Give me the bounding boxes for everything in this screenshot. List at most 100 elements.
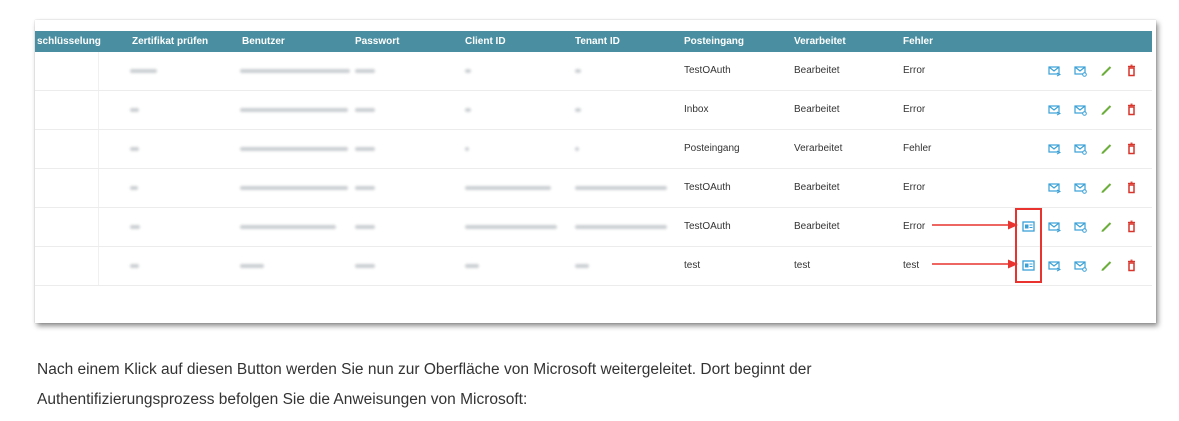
redacted-value (465, 186, 551, 190)
mail-settings-button[interactable] (1074, 181, 1087, 195)
redacted-value (575, 186, 667, 190)
edit-pencil-button[interactable] (1100, 181, 1113, 195)
mail-send-icon (1048, 66, 1061, 77)
edit-pencil-icon (1101, 261, 1112, 271)
mail-settings-icon (1074, 105, 1087, 116)
table-row: TestOAuth Bearbeitet Error (35, 52, 1152, 91)
cell-verarbeitet: Verarbeitet (794, 143, 843, 154)
redacted-value (130, 264, 139, 268)
cell-fehler: Fehler (903, 143, 932, 154)
mail-send-icon (1048, 261, 1061, 272)
mail-settings-button[interactable] (1074, 64, 1087, 78)
mail-settings-button[interactable] (1074, 103, 1087, 117)
mail-settings-button[interactable] (1074, 220, 1087, 234)
mail-settings-icon (1074, 144, 1087, 155)
redacted-value (355, 69, 375, 73)
cell-fehler: Error (903, 221, 926, 232)
cell-verarbeitet: Bearbeitet (794, 182, 840, 193)
redacted-value (355, 264, 375, 268)
delete-trash-icon (1128, 64, 1135, 77)
delete-trash-button[interactable] (1125, 259, 1138, 273)
delete-trash-icon (1128, 103, 1135, 116)
col-header-verarbeitet[interactable]: Verarbeitet (794, 31, 846, 52)
col-header-posteingang[interactable]: Posteingang (684, 31, 744, 52)
highlight-box (1015, 208, 1042, 283)
redacted-value (355, 225, 375, 229)
redacted-value (465, 147, 469, 151)
mail-send-icon (1048, 183, 1061, 194)
mail-send-button[interactable] (1048, 64, 1061, 78)
delete-trash-icon (1128, 181, 1135, 194)
cell-posteingang: Inbox (684, 104, 709, 115)
mail-settings-button[interactable] (1074, 142, 1087, 156)
cell-divider (98, 208, 99, 246)
table-row: Posteingang Verarbeitet Fehler (35, 130, 1152, 169)
redacted-value (240, 225, 336, 229)
edit-pencil-button[interactable] (1100, 64, 1113, 78)
edit-pencil-icon (1101, 222, 1112, 232)
mail-send-button[interactable] (1048, 181, 1061, 195)
col-header-fehler[interactable]: Fehler (903, 31, 933, 52)
cell-fehler: test (903, 260, 920, 271)
cell-posteingang: TestOAuth (684, 182, 731, 193)
redacted-value (465, 108, 471, 112)
edit-pencil-icon (1101, 66, 1112, 76)
redacted-value (575, 69, 581, 73)
instruction-line-1: Nach einem Klick auf diesen Button werde… (37, 361, 812, 378)
col-header-client-id[interactable]: Client ID (465, 31, 506, 52)
cell-divider (98, 130, 99, 168)
mail-send-button[interactable] (1048, 220, 1061, 234)
mail-settings-icon (1074, 66, 1087, 77)
table-row: Inbox Bearbeitet Error (35, 91, 1152, 130)
edit-pencil-icon (1101, 183, 1112, 193)
delete-trash-button[interactable] (1125, 64, 1138, 78)
redacted-value (465, 225, 557, 229)
edit-pencil-button[interactable] (1100, 142, 1113, 156)
cell-fehler: Error (903, 104, 926, 115)
redacted-value (465, 69, 471, 73)
edit-pencil-button[interactable] (1100, 259, 1113, 273)
mail-send-button[interactable] (1048, 103, 1061, 117)
col-header-zertifikat[interactable]: Zertifikat prüfen (132, 31, 208, 52)
cell-posteingang: TestOAuth (684, 65, 731, 76)
delete-trash-button[interactable] (1125, 220, 1138, 234)
edit-pencil-button[interactable] (1100, 220, 1113, 234)
cell-divider (98, 52, 99, 90)
delete-trash-button[interactable] (1125, 142, 1138, 156)
col-header-tenant-id[interactable]: Tenant ID (575, 31, 620, 52)
cell-divider (98, 247, 99, 285)
cell-divider (98, 91, 99, 129)
annotation-arrow-2 (932, 259, 1018, 269)
delete-trash-icon (1128, 220, 1135, 233)
table-header: schlüsselung Zertifikat prüfen Benutzer … (35, 31, 1152, 52)
mail-send-button[interactable] (1048, 259, 1061, 273)
col-header-verschluesselung[interactable]: schlüsselung (37, 31, 101, 52)
delete-trash-icon (1128, 259, 1135, 272)
delete-trash-button[interactable] (1125, 181, 1138, 195)
annotation-arrow-1 (932, 220, 1018, 230)
mail-send-button[interactable] (1048, 142, 1061, 156)
redacted-value (240, 108, 348, 112)
cell-verarbeitet: Bearbeitet (794, 104, 840, 115)
mail-send-icon (1048, 222, 1061, 233)
redacted-value (130, 147, 139, 151)
cell-verarbeitet: Bearbeitet (794, 65, 840, 76)
instruction-line-2: Authentifizierungsprozess befolgen Sie d… (37, 391, 528, 408)
col-header-passwort[interactable]: Passwort (355, 31, 399, 52)
delete-trash-icon (1128, 142, 1135, 155)
col-header-benutzer[interactable]: Benutzer (242, 31, 285, 52)
edit-pencil-button[interactable] (1100, 103, 1113, 117)
redacted-value (130, 108, 139, 112)
redacted-value (240, 147, 348, 151)
cell-posteingang: Posteingang (684, 143, 740, 154)
cell-fehler: Error (903, 182, 926, 193)
redacted-value (575, 225, 667, 229)
cell-verarbeitet: test (794, 260, 811, 271)
cell-verarbeitet: Bearbeitet (794, 221, 840, 232)
mail-send-icon (1048, 144, 1061, 155)
redacted-value (355, 147, 375, 151)
edit-pencil-icon (1101, 144, 1112, 154)
delete-trash-button[interactable] (1125, 103, 1138, 117)
mail-settings-button[interactable] (1074, 259, 1087, 273)
edit-pencil-icon (1101, 105, 1112, 115)
